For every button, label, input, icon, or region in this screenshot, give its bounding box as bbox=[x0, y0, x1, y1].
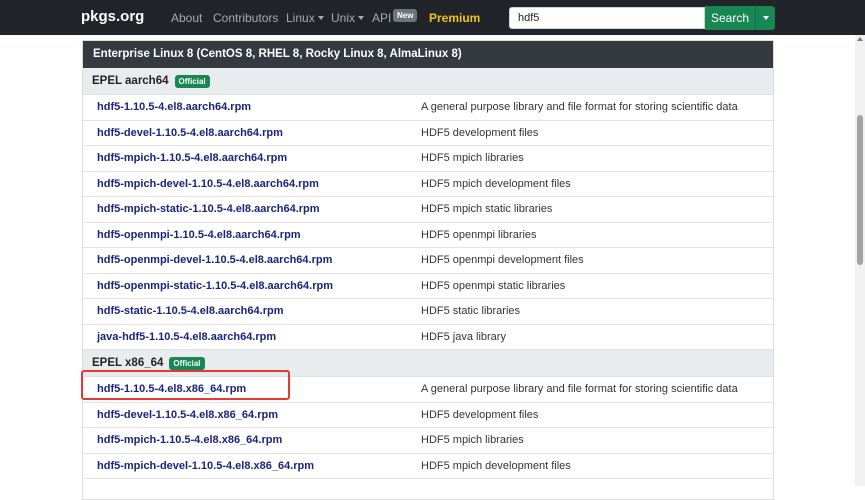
package-description: HDF5 static libraries bbox=[421, 305, 521, 318]
chevron-down-icon bbox=[358, 16, 365, 20]
package-description: HDF5 development files bbox=[421, 408, 539, 421]
package-row: hdf5-openmpi-1.10.5-4.el8.aarch64.rpm HDF… bbox=[83, 223, 773, 248]
package-description: HDF5 openmpi libraries bbox=[421, 228, 537, 241]
package-description: HDF5 mpich development files bbox=[421, 459, 571, 472]
package-link[interactable]: hdf5-devel-1.10.5-4.el8.aarch64.rpm bbox=[83, 127, 421, 139]
package-link[interactable]: hdf5-mpich-devel-1.10.5-4.el8.aarch64.rp… bbox=[83, 178, 421, 190]
search-button[interactable]: Search bbox=[705, 6, 755, 30]
repo-name: EPEL x86_64 bbox=[92, 357, 164, 369]
package-row: hdf5-mpich-static-1.10.5-4.el8.aarch64.r… bbox=[83, 197, 773, 223]
top-navbar: pkgs.org About Contributors Linux Unix A… bbox=[0, 0, 865, 35]
package-link[interactable]: hdf5-devel-1.10.5-4.el8.x86_64.rpm bbox=[83, 409, 421, 421]
distro-card: Enterprise Linux 8 (CentOS 8, RHEL 8, Ro… bbox=[82, 40, 774, 500]
package-link[interactable]: hdf5-mpich-devel-1.10.5-4.el8.x86_64.rpm bbox=[83, 460, 421, 472]
chevron-down-icon bbox=[317, 16, 324, 20]
repo-header: EPEL aarch64 Official bbox=[83, 68, 773, 95]
nav-unix-label: Unix bbox=[331, 11, 356, 25]
package-row: hdf5-devel-1.10.5-4.el8.x86_64.rpm HDF5 d… bbox=[83, 403, 773, 428]
package-row: hdf5-1.10.5-4.el8.x86_64.rpm A general pu… bbox=[83, 377, 773, 403]
package-row: hdf5-mpich-devel-1.10.5-4.el8.aarch64.rp… bbox=[83, 172, 773, 197]
package-row: hdf5-mpich-1.10.5-4.el8.aarch64.rpm HDF5 … bbox=[83, 146, 773, 172]
package-row: java-hdf5-1.10.5-4.el8.aarch64.rpm HDF5 j… bbox=[83, 325, 773, 350]
nav-linux-label: Linux bbox=[286, 11, 315, 25]
nav-api-link[interactable]: API bbox=[372, 11, 391, 25]
repo-header: EPEL x86_64 Official bbox=[83, 350, 773, 377]
package-row: hdf5-devel-1.10.5-4.el8.aarch64.rpm HDF5 … bbox=[83, 121, 773, 146]
package-description: A general purpose library and file forma… bbox=[421, 383, 738, 396]
package-link[interactable]: hdf5-1.10.5-4.el8.x86_64.rpm bbox=[83, 383, 421, 395]
scroll-up-arrow-icon[interactable] bbox=[857, 37, 863, 41]
package-description: HDF5 java library bbox=[421, 330, 506, 343]
search-input[interactable] bbox=[509, 7, 705, 29]
scrollbar-thumb[interactable] bbox=[857, 115, 863, 265]
official-badge: Official bbox=[169, 356, 205, 370]
official-badge: Official bbox=[174, 74, 210, 88]
package-description: A general purpose library and file forma… bbox=[421, 101, 738, 114]
repo-name: EPEL aarch64 bbox=[92, 75, 169, 87]
package-link[interactable]: hdf5-openmpi-1.10.5-4.el8.aarch64.rpm bbox=[83, 229, 421, 241]
package-description: HDF5 mpich static libraries bbox=[421, 203, 553, 216]
package-description: HDF5 mpich libraries bbox=[421, 434, 524, 447]
chevron-down-icon bbox=[762, 16, 769, 20]
package-row: hdf5-1.10.5-4.el8.aarch64.rpm A general p… bbox=[83, 95, 773, 121]
nav-premium-link[interactable]: Premium bbox=[429, 11, 480, 25]
package-description: HDF5 mpich libraries bbox=[421, 152, 524, 165]
package-link[interactable]: hdf5-static-1.10.5-4.el8.aarch64.rpm bbox=[83, 305, 421, 317]
package-row: hdf5-openmpi-static-1.10.5-4.el8.aarch64… bbox=[83, 274, 773, 299]
package-description: HDF5 openmpi development files bbox=[421, 254, 584, 267]
distro-title: Enterprise Linux 8 (CentOS 8, RHEL 8, Ro… bbox=[83, 41, 773, 68]
package-link[interactable]: hdf5-mpich-1.10.5-4.el8.aarch64.rpm bbox=[83, 152, 421, 164]
page-scrollbar[interactable] bbox=[855, 35, 865, 486]
package-link[interactable]: hdf5-1.10.5-4.el8.aarch64.rpm bbox=[83, 101, 421, 113]
package-link[interactable]: hdf5-mpich-1.10.5-4.el8.x86_64.rpm bbox=[83, 434, 421, 446]
package-link[interactable]: java-hdf5-1.10.5-4.el8.aarch64.rpm bbox=[83, 331, 421, 343]
package-description: HDF5 openmpi static libraries bbox=[421, 279, 566, 292]
nav-about-link[interactable]: About bbox=[171, 11, 202, 25]
nav-linux-dropdown[interactable]: Linux bbox=[286, 11, 324, 25]
nav-unix-dropdown[interactable]: Unix bbox=[331, 11, 365, 25]
package-row: hdf5-mpich-1.10.5-4.el8.x86_64.rpm HDF5 m… bbox=[83, 428, 773, 454]
package-row: hdf5-static-1.10.5-4.el8.aarch64.rpm HDF5… bbox=[83, 299, 773, 325]
package-description: HDF5 development files bbox=[421, 126, 539, 139]
package-link[interactable]: hdf5-openmpi-devel-1.10.5-4.el8.aarch64.… bbox=[83, 254, 421, 266]
nav-contributors-link[interactable]: Contributors bbox=[213, 11, 278, 25]
package-description: HDF5 mpich development files bbox=[421, 177, 571, 190]
new-badge: New bbox=[393, 9, 418, 22]
site-logo[interactable]: pkgs.org bbox=[81, 8, 144, 25]
package-link[interactable]: hdf5-mpich-static-1.10.5-4.el8.aarch64.r… bbox=[83, 203, 421, 215]
package-row: hdf5-openmpi-devel-1.10.5-4.el8.aarch64.… bbox=[83, 248, 773, 274]
package-row: hdf5-mpich-devel-1.10.5-4.el8.x86_64.rpm… bbox=[83, 454, 773, 479]
package-link[interactable]: hdf5-openmpi-static-1.10.5-4.el8.aarch64… bbox=[83, 280, 421, 292]
search-options-dropdown[interactable] bbox=[755, 6, 775, 30]
